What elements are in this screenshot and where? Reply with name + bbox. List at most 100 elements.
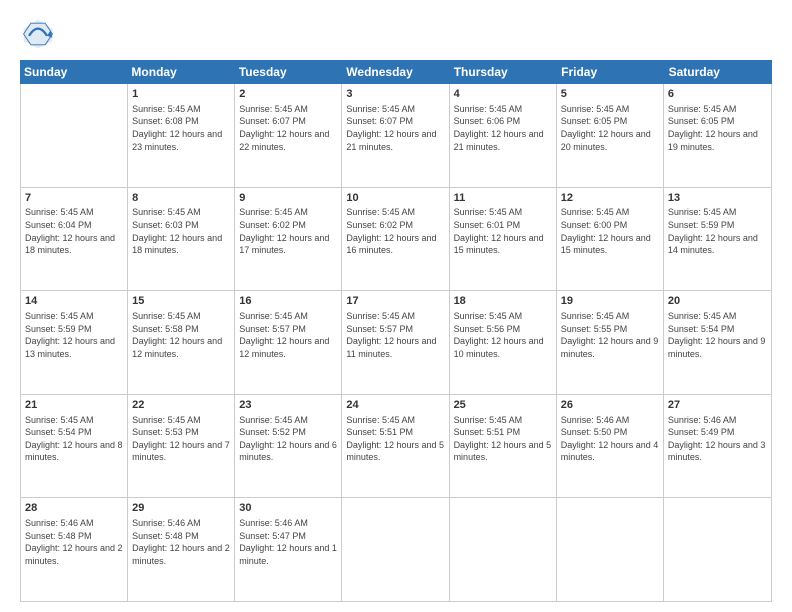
day-number: 26 (561, 398, 659, 413)
day-number: 13 (668, 191, 767, 206)
day-number: 5 (561, 87, 659, 102)
day-cell-8: 8Sunrise: 5:45 AMSunset: 6:03 PMDaylight… (128, 188, 235, 291)
day-cell-13: 13Sunrise: 5:45 AMSunset: 5:59 PMDayligh… (664, 188, 771, 291)
day-info: Sunrise: 5:45 AMSunset: 6:06 PMDaylight:… (454, 103, 552, 153)
day-number: 17 (346, 294, 444, 309)
day-cell-26: 26Sunrise: 5:46 AMSunset: 5:50 PMDayligh… (557, 395, 664, 498)
day-info: Sunrise: 5:45 AMSunset: 6:04 PMDaylight:… (25, 206, 123, 256)
day-cell-29: 29Sunrise: 5:46 AMSunset: 5:48 PMDayligh… (128, 498, 235, 601)
day-info: Sunrise: 5:45 AMSunset: 5:52 PMDaylight:… (239, 414, 337, 464)
day-number: 22 (132, 398, 230, 413)
day-info: Sunrise: 5:45 AMSunset: 5:56 PMDaylight:… (454, 310, 552, 360)
day-cell-24: 24Sunrise: 5:45 AMSunset: 5:51 PMDayligh… (342, 395, 449, 498)
day-number: 7 (25, 191, 123, 206)
day-cell-18: 18Sunrise: 5:45 AMSunset: 5:56 PMDayligh… (450, 291, 557, 394)
day-cell-21: 21Sunrise: 5:45 AMSunset: 5:54 PMDayligh… (21, 395, 128, 498)
day-number: 28 (25, 501, 123, 516)
weekday-header-thursday: Thursday (450, 60, 557, 84)
calendar-week-5: 28 Sunrise: 5:46 AMSunset: 5:48 PMDayligh… (21, 498, 771, 602)
day-cell-23: 23Sunrise: 5:45 AMSunset: 5:52 PMDayligh… (235, 395, 342, 498)
calendar-week-2: 7Sunrise: 5:45 AMSunset: 6:04 PMDaylight… (21, 188, 771, 292)
weekday-header-saturday: Saturday (665, 60, 772, 84)
day-info: Sunrise: 5:45 AMSunset: 5:51 PMDaylight:… (454, 414, 552, 464)
day-cell-7: 7Sunrise: 5:45 AMSunset: 6:04 PMDaylight… (21, 188, 128, 291)
weekday-header-wednesday: Wednesday (342, 60, 449, 84)
day-info: Sunrise: 5:45 AMSunset: 6:08 PMDaylight:… (132, 103, 230, 153)
day-number: 25 (454, 398, 552, 413)
weekday-header-sunday: Sunday (20, 60, 127, 84)
day-info: Sunrise: 5:46 AMSunset: 5:48 PMDaylight:… (132, 517, 230, 567)
day-info: Sunrise: 5:46 AMSunset: 5:50 PMDaylight:… (561, 414, 659, 464)
day-info: Sunrise: 5:45 AMSunset: 6:05 PMDaylight:… (561, 103, 659, 153)
day-info: Sunrise: 5:45 AMSunset: 6:07 PMDaylight:… (346, 103, 444, 153)
calendar-week-4: 21Sunrise: 5:45 AMSunset: 5:54 PMDayligh… (21, 395, 771, 499)
day-info: Sunrise: 5:45 AMSunset: 5:59 PMDaylight:… (25, 310, 123, 360)
day-cell-14: 14Sunrise: 5:45 AMSunset: 5:59 PMDayligh… (21, 291, 128, 394)
day-cell-19: 19Sunrise: 5:45 AMSunset: 5:55 PMDayligh… (557, 291, 664, 394)
calendar-week-3: 14Sunrise: 5:45 AMSunset: 5:59 PMDayligh… (21, 291, 771, 395)
day-number: 15 (132, 294, 230, 309)
day-number: 30 (239, 501, 337, 516)
day-info: Sunrise: 5:45 AMSunset: 6:02 PMDaylight:… (239, 206, 337, 256)
day-number: 6 (668, 87, 767, 102)
day-cell-22: 22Sunrise: 5:45 AMSunset: 5:53 PMDayligh… (128, 395, 235, 498)
day-number: 9 (239, 191, 337, 206)
day-cell-25: 25Sunrise: 5:45 AMSunset: 5:51 PMDayligh… (450, 395, 557, 498)
day-number: 10 (346, 191, 444, 206)
day-info: Sunrise: 5:46 AMSunset: 5:47 PMDaylight:… (239, 517, 337, 567)
day-number: 14 (25, 294, 123, 309)
day-number: 21 (25, 398, 123, 413)
day-cell-16: 16Sunrise: 5:45 AMSunset: 5:57 PMDayligh… (235, 291, 342, 394)
header (20, 16, 772, 52)
weekday-header-friday: Friday (557, 60, 664, 84)
weekday-header-tuesday: Tuesday (235, 60, 342, 84)
calendar-page: SundayMondayTuesdayWednesdayThursdayFrid… (0, 0, 792, 612)
empty-cell (342, 498, 449, 601)
day-cell-12: 12Sunrise: 5:45 AMSunset: 6:00 PMDayligh… (557, 188, 664, 291)
day-number: 12 (561, 191, 659, 206)
day-number: 19 (561, 294, 659, 309)
day-number: 27 (668, 398, 767, 413)
day-number: 18 (454, 294, 552, 309)
empty-cell (21, 84, 128, 187)
logo-icon (20, 16, 56, 52)
empty-cell (450, 498, 557, 601)
day-info: Sunrise: 5:45 AMSunset: 6:07 PMDaylight:… (239, 103, 337, 153)
calendar: SundayMondayTuesdayWednesdayThursdayFrid… (20, 60, 772, 602)
day-info: Sunrise: 5:45 AMSunset: 5:57 PMDaylight:… (239, 310, 337, 360)
day-info: Sunrise: 5:45 AMSunset: 6:00 PMDaylight:… (561, 206, 659, 256)
day-cell-4: 4Sunrise: 5:45 AMSunset: 6:06 PMDaylight… (450, 84, 557, 187)
day-number: 23 (239, 398, 337, 413)
day-number: 8 (132, 191, 230, 206)
calendar-week-1: 1Sunrise: 5:45 AMSunset: 6:08 PMDaylight… (21, 84, 771, 188)
day-number: 20 (668, 294, 767, 309)
day-info: Sunrise: 5:45 AMSunset: 6:01 PMDaylight:… (454, 206, 552, 256)
day-cell-2: 2Sunrise: 5:45 AMSunset: 6:07 PMDaylight… (235, 84, 342, 187)
day-cell-9: 9Sunrise: 5:45 AMSunset: 6:02 PMDaylight… (235, 188, 342, 291)
day-number: 11 (454, 191, 552, 206)
day-cell-27: 27Sunrise: 5:46 AMSunset: 5:49 PMDayligh… (664, 395, 771, 498)
day-info: Sunrise: 5:45 AMSunset: 5:54 PMDaylight:… (25, 414, 123, 464)
day-cell-28: 28Sunrise: 5:46 AMSunset: 5:48 PMDayligh… (21, 498, 128, 601)
day-info: Sunrise: 5:45 AMSunset: 6:03 PMDaylight:… (132, 206, 230, 256)
day-cell-15: 15Sunrise: 5:45 AMSunset: 5:58 PMDayligh… (128, 291, 235, 394)
day-number: 3 (346, 87, 444, 102)
day-cell-6: 6Sunrise: 5:45 AMSunset: 6:05 PMDaylight… (664, 84, 771, 187)
day-number: 2 (239, 87, 337, 102)
day-number: 29 (132, 501, 230, 516)
day-info: Sunrise: 5:45 AMSunset: 5:51 PMDaylight:… (346, 414, 444, 464)
day-cell-20: 20Sunrise: 5:45 AMSunset: 5:54 PMDayligh… (664, 291, 771, 394)
calendar-body: 1Sunrise: 5:45 AMSunset: 6:08 PMDaylight… (20, 84, 772, 602)
day-cell-17: 17Sunrise: 5:45 AMSunset: 5:57 PMDayligh… (342, 291, 449, 394)
empty-cell (557, 498, 664, 601)
day-number: 24 (346, 398, 444, 413)
empty-cell (664, 498, 771, 601)
day-info: Sunrise: 5:46 AMSunset: 5:49 PMDaylight:… (668, 414, 767, 464)
calendar-header: SundayMondayTuesdayWednesdayThursdayFrid… (20, 60, 772, 84)
day-info: Sunrise: 5:45 AMSunset: 5:53 PMDaylight:… (132, 414, 230, 464)
weekday-header-monday: Monday (127, 60, 234, 84)
day-info: Sunrise: 5:45 AMSunset: 5:54 PMDaylight:… (668, 310, 767, 360)
day-number: 16 (239, 294, 337, 309)
day-cell-5: 5Sunrise: 5:45 AMSunset: 6:05 PMDaylight… (557, 84, 664, 187)
day-cell-11: 11Sunrise: 5:45 AMSunset: 6:01 PMDayligh… (450, 188, 557, 291)
